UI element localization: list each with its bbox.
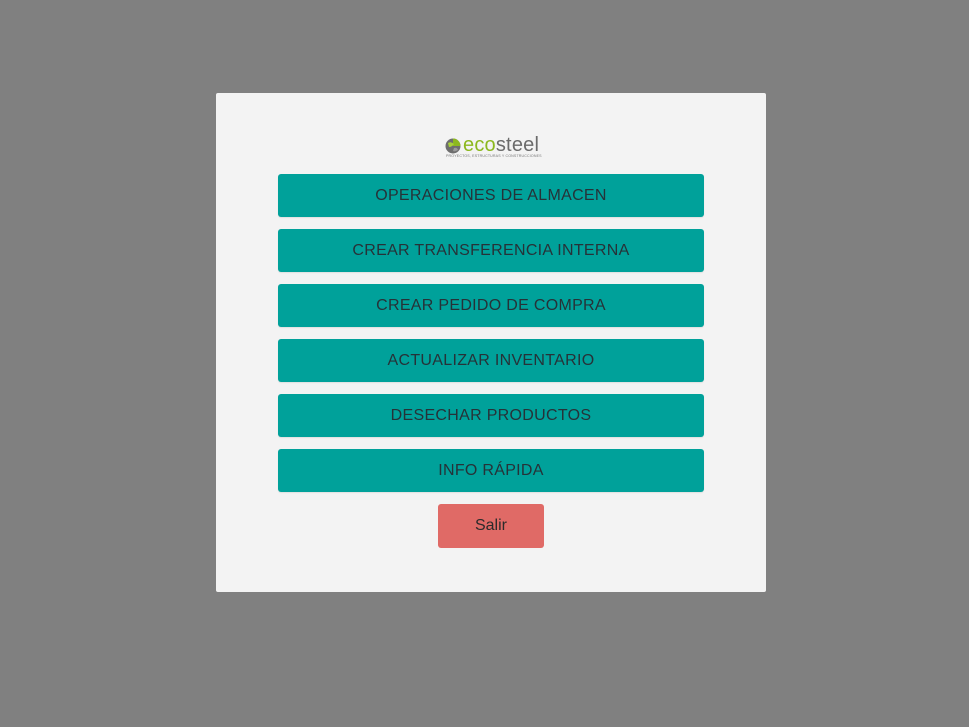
warehouse-operations-button[interactable]: OPERACIONES DE ALMACEN [278,174,704,217]
ecosteel-logo: ecosteel PROYECTOS, ESTRUCTURAS Y CONSTR… [445,134,542,161]
globe-logo-icon [445,138,461,154]
logo-steel-text: steel [495,134,540,156]
quick-info-button[interactable]: INFO RÁPIDA [278,449,704,492]
update-inventory-button[interactable]: ACTUALIZAR INVENTARIO [278,339,704,382]
create-internal-transfer-button[interactable]: CREAR TRANSFERENCIA INTERNA [278,229,704,272]
logo-wordmark: ecosteel [463,134,539,156]
logo-tagline: PROYECTOS, ESTRUCTURAS Y CONSTRUCCIONES [446,154,542,158]
exit-button[interactable]: Salir [438,504,544,548]
create-purchase-order-button[interactable]: CREAR PEDIDO DE COMPRA [278,284,704,327]
main-menu-dialog: ecosteel PROYECTOS, ESTRUCTURAS Y CONSTR… [216,93,766,592]
scrap-products-button[interactable]: DESECHAR PRODUCTOS [278,394,704,437]
logo-eco-text: eco [463,134,496,156]
operations-menu: OPERACIONES DE ALMACEN CREAR TRANSFERENC… [278,174,704,504]
